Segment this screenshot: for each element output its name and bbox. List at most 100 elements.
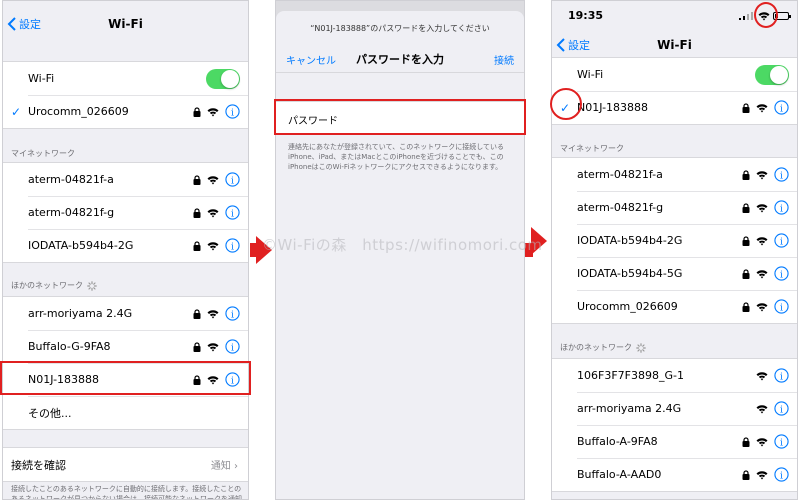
svg-text:i: i — [231, 208, 234, 219]
password-sharing-description: 連絡先にあなたが登録されていて、このネットワークに接続しているiPhone、iP… — [288, 143, 505, 171]
info-icon[interactable]: i — [774, 434, 789, 449]
nav-bar: 設定 Wi-Fi — [3, 9, 248, 39]
wifi-icon — [207, 309, 219, 318]
other-networks-label: ほかのネットワーク — [560, 343, 632, 352]
wifi-toggle[interactable] — [206, 68, 240, 89]
info-icon[interactable]: i — [774, 200, 789, 215]
network-row[interactable]: 106F3F7F3898_G-1 i — [552, 359, 797, 392]
network-name: N01J-183888 — [577, 101, 649, 114]
network-name: 106F3F7F3898_G-1 — [577, 369, 684, 382]
lock-icon — [193, 174, 201, 185]
page-title: Wi-Fi — [108, 17, 143, 31]
join-button[interactable]: 接続 — [494, 52, 514, 67]
svg-text:i: i — [231, 309, 234, 320]
highlight-circle — [754, 2, 778, 28]
wifi-icon — [756, 269, 768, 278]
other-network-row[interactable]: その他... — [3, 396, 248, 429]
network-row[interactable]: aterm-04821f-a i — [3, 163, 248, 196]
network-name: aterm-04821f-g — [577, 201, 664, 214]
network-row[interactable]: aterm-04821f-g i — [3, 196, 248, 229]
svg-text:i: i — [231, 241, 234, 252]
lock-icon — [742, 436, 750, 447]
info-icon[interactable]: i — [774, 100, 789, 115]
network-row[interactable]: Buffalo-G-9FA8 i — [3, 330, 248, 363]
other-networks-list: 106F3F7F3898_G-1 i arr-moriyama 2.4G i B… — [552, 358, 797, 492]
network-row[interactable]: Urocomm_026609 i — [552, 290, 797, 323]
password-sheet — [276, 11, 524, 499]
ask-join-description: 接続したことのあるネットワークに自動的に接続します。接続したことのあるネットワー… — [11, 485, 242, 500]
network-name: aterm-04821f-g — [28, 206, 115, 219]
connected-network-row[interactable]: ✓ N01J-183888 i — [552, 91, 797, 124]
svg-text:i: i — [780, 404, 783, 415]
wifi-group: Wi-Fi ✓ N01J-183888 i — [552, 57, 797, 125]
highlight-box — [274, 99, 526, 135]
network-row[interactable]: aterm-04821f-g i — [552, 191, 797, 224]
back-label: 設定 — [19, 18, 41, 31]
wifi-icon — [756, 404, 768, 413]
info-icon[interactable]: i — [225, 238, 240, 253]
spinner-icon — [636, 342, 646, 353]
wifi-icon — [207, 208, 219, 217]
network-name: arr-moriyama 2.4G — [577, 402, 682, 415]
svg-text:i: i — [780, 170, 783, 181]
network-name: aterm-04821f-a — [28, 173, 114, 186]
info-icon[interactable]: i — [774, 401, 789, 416]
lock-icon — [193, 207, 201, 218]
network-row[interactable]: IODATA-b594b4-5G i — [552, 257, 797, 290]
network-name: aterm-04821f-a — [577, 168, 663, 181]
info-icon[interactable]: i — [225, 205, 240, 220]
info-icon[interactable]: i — [774, 266, 789, 281]
signal-icon — [739, 12, 753, 20]
lock-icon — [742, 301, 750, 312]
back-button[interactable]: 設定 — [556, 30, 590, 60]
svg-text:i: i — [231, 107, 234, 118]
network-name: Urocomm_026609 — [28, 105, 129, 118]
network-name: IODATA-b594b4-2G — [28, 239, 134, 252]
wifi-toggle[interactable] — [755, 64, 789, 85]
network-row[interactable]: aterm-04821f-a i — [552, 158, 797, 191]
network-row[interactable]: arr-moriyama 2.4G i — [552, 392, 797, 425]
watermark: ©Wi-Fiの森 https://wifinomori.com — [262, 236, 543, 254]
network-row[interactable]: IODATA-b594b4-2G i — [3, 229, 248, 262]
svg-text:i: i — [780, 302, 783, 313]
network-row[interactable]: Buffalo-A-AAD0 i — [552, 458, 797, 491]
network-name: IODATA-b594b4-5G — [577, 267, 683, 280]
info-icon[interactable]: i — [225, 172, 240, 187]
info-icon[interactable]: i — [774, 299, 789, 314]
back-button[interactable]: 設定 — [7, 9, 41, 39]
highlight-circle — [550, 88, 582, 120]
chevron-left-icon — [556, 38, 565, 52]
highlight-box — [0, 361, 251, 395]
info-icon[interactable]: i — [225, 339, 240, 354]
info-icon[interactable]: i — [225, 306, 240, 321]
info-icon[interactable]: i — [225, 104, 240, 119]
network-row[interactable]: IODATA-b594b4-2G i — [552, 224, 797, 257]
info-icon[interactable]: i — [774, 233, 789, 248]
lock-icon — [742, 169, 750, 180]
svg-text:i: i — [780, 103, 783, 114]
lock-icon — [193, 240, 201, 251]
ask-join-row[interactable]: 接続を確認 通知 › — [3, 448, 248, 481]
network-name: arr-moriyama 2.4G — [28, 307, 133, 320]
info-icon[interactable]: i — [774, 467, 789, 482]
svg-text:i: i — [780, 371, 783, 382]
wifi-icon — [756, 302, 768, 311]
page-title: Wi-Fi — [657, 38, 692, 52]
connected-network-row[interactable]: ✓ Urocomm_026609 i — [3, 95, 248, 128]
lock-icon — [193, 106, 201, 117]
wifi-icon — [756, 103, 768, 112]
network-row[interactable]: arr-moriyama 2.4G i — [3, 297, 248, 330]
info-icon[interactable]: i — [774, 368, 789, 383]
lock-icon — [742, 102, 750, 113]
network-row[interactable]: Buffalo-A-9FA8 i — [552, 425, 797, 458]
wifi-icon — [756, 371, 768, 380]
lock-icon — [742, 202, 750, 213]
back-label: 設定 — [568, 39, 590, 52]
network-name: Buffalo-G-9FA8 — [28, 340, 111, 353]
wifi-icon — [756, 236, 768, 245]
wifi-icon — [756, 170, 768, 179]
wifi-toggle-row: Wi-Fi — [3, 62, 248, 95]
nav-bar: 設定 Wi-Fi — [552, 30, 797, 60]
info-icon[interactable]: i — [774, 167, 789, 182]
svg-text:i: i — [780, 236, 783, 247]
